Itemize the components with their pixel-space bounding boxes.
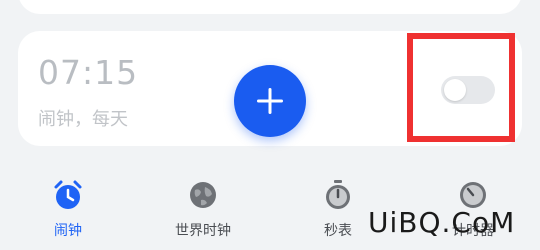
previous-alarm-card[interactable] [18,0,522,14]
tab-alarm-label: 闹钟 [54,223,82,239]
tab-world-clock[interactable]: 世界时钟 [168,178,238,240]
add-alarm-button[interactable] [234,65,306,137]
tab-stopwatch-label: 秒表 [324,223,352,239]
tab-world-clock-label: 世界时钟 [175,223,231,239]
plus-icon [257,88,283,114]
highlight-box [407,33,515,142]
globe-icon [190,182,216,208]
alarm-clock-icon [54,180,82,209]
alarm-repeat-label: 闹钟，每天 [38,109,128,130]
tab-stopwatch[interactable]: 秒表 [318,178,358,240]
alarm-time: 07:15 [38,53,139,92]
tab-alarm[interactable]: 闹钟 [48,178,88,240]
watermark: UiBQ.CoM [368,206,516,239]
stopwatch-icon [326,180,350,209]
